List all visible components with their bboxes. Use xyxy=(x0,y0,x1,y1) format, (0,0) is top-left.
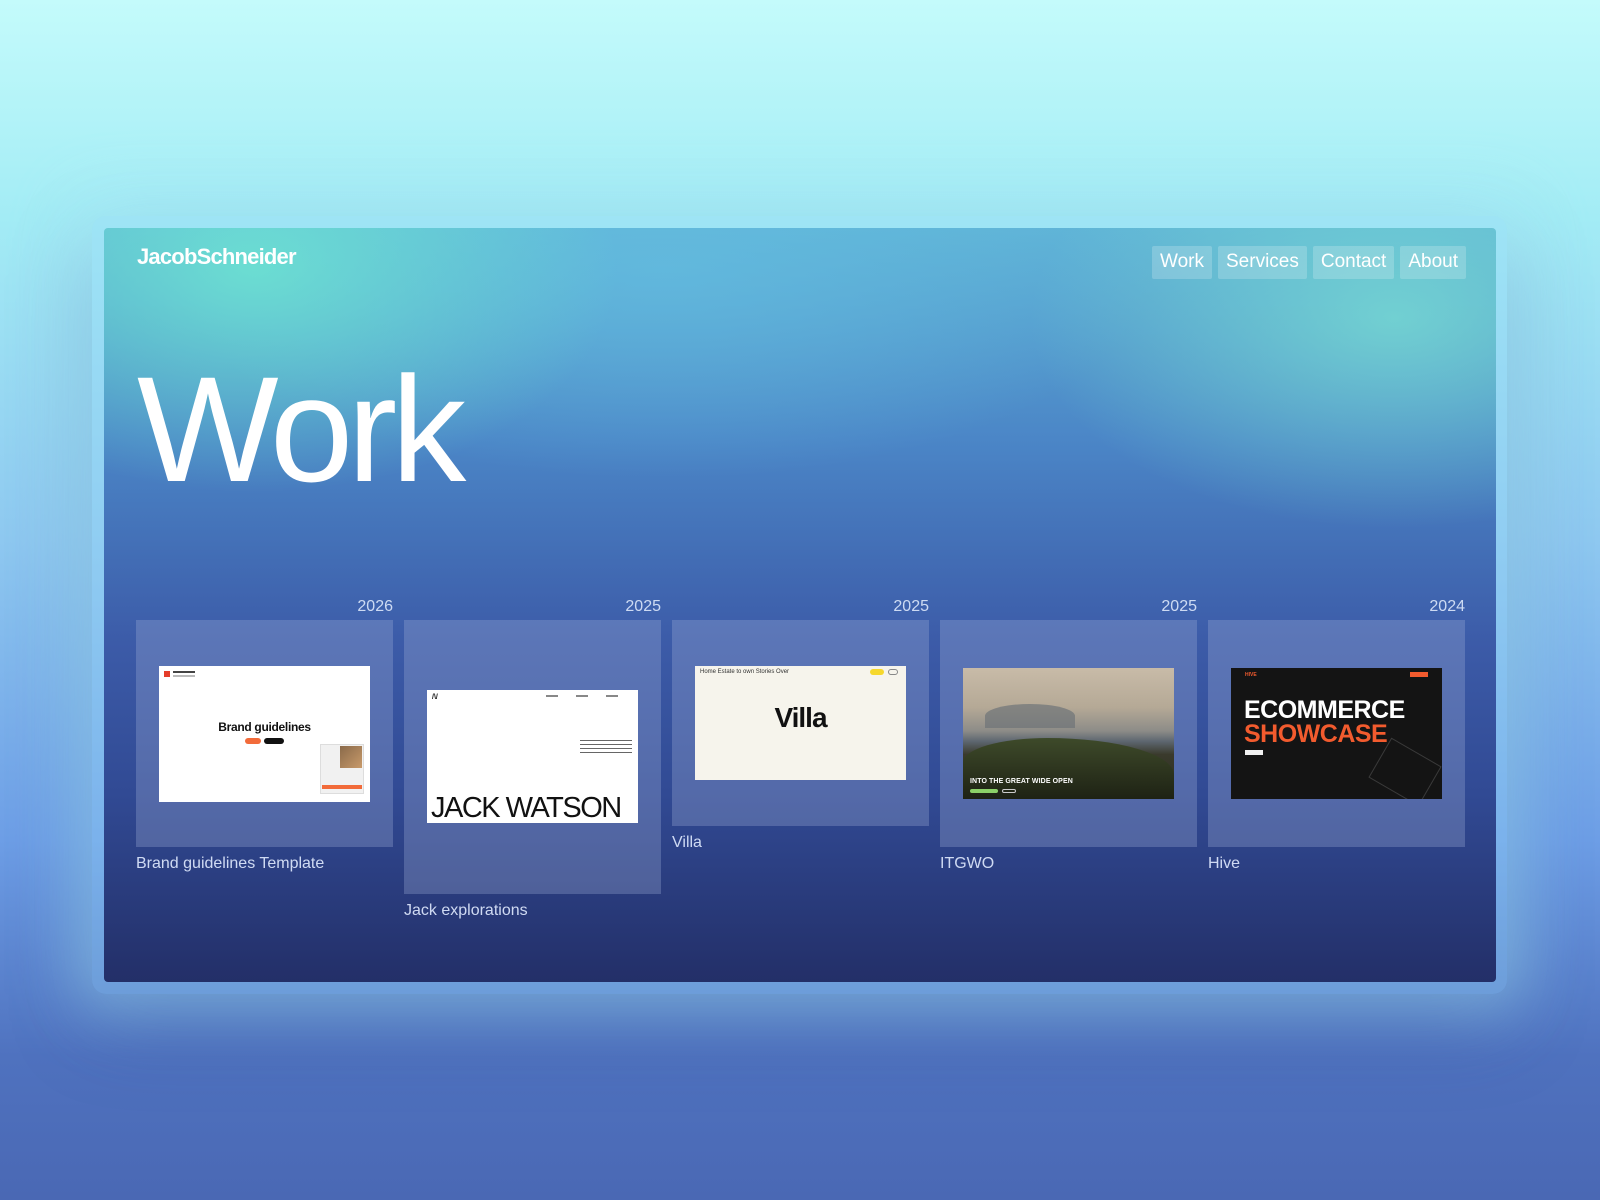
nav-about[interactable]: About xyxy=(1400,246,1466,279)
hive-thumbnail: HIVE ECOMMERCE SHOWCASE xyxy=(1231,668,1442,799)
project-caption[interactable]: Hive xyxy=(1208,855,1465,873)
project-card-jack-explorations[interactable]: 2025 /\/ JACK WATSON Jack explorations xyxy=(404,598,661,920)
mini-nav-text: Home Estate to own Stories Over xyxy=(700,669,790,675)
project-year: 2025 xyxy=(625,598,661,615)
site-logo[interactable]: JacobSchneider xyxy=(137,244,297,270)
project-thumbnail-frame[interactable]: Home Estate to own Stories Over Villa xyxy=(672,620,929,826)
project-year: 2024 xyxy=(1429,598,1465,615)
project-card-brand-guidelines[interactable]: 2026 Brand guidelines Brand guidelines T… xyxy=(136,598,393,873)
project-card-itgwo[interactable]: 2025 INTO THE GREAT WIDE OPEN ITGWO xyxy=(940,598,1197,873)
project-thumbnail-frame[interactable]: HIVE ECOMMERCE SHOWCASE xyxy=(1208,620,1465,847)
thumbnail-heading: INTO THE GREAT WIDE OPEN xyxy=(970,778,1073,785)
project-thumbnail-frame[interactable]: Brand guidelines xyxy=(136,620,393,847)
distant-hill-image xyxy=(985,704,1075,728)
nav-services[interactable]: Services xyxy=(1218,246,1307,279)
jack-watson-thumbnail: /\/ JACK WATSON xyxy=(427,690,638,823)
project-grid: 2026 Brand guidelines Brand guidelines T… xyxy=(136,598,1465,920)
black-pill-button xyxy=(264,738,284,744)
project-caption[interactable]: Jack explorations xyxy=(404,902,661,920)
mini-white-button xyxy=(1245,750,1263,755)
mini-brand-label: HIVE xyxy=(1245,672,1257,678)
mini-monogram-icon: /\/ xyxy=(432,694,438,701)
page-title: Work xyxy=(137,345,466,513)
project-year: 2025 xyxy=(1161,598,1197,615)
mini-outline-button xyxy=(888,669,898,675)
thumbnail-heading: Brand guidelines xyxy=(218,720,311,734)
nav-contact[interactable]: Contact xyxy=(1312,246,1395,279)
mini-yellow-button xyxy=(870,669,884,675)
portfolio-window: JacobSchneider Work Services Contact Abo… xyxy=(104,228,1496,982)
mini-outline-button xyxy=(1002,789,1016,793)
itgwo-thumbnail: INTO THE GREAT WIDE OPEN xyxy=(963,668,1174,799)
mini-cta-bar xyxy=(322,785,362,789)
mini-portrait-image xyxy=(340,746,362,768)
project-year: 2025 xyxy=(893,598,929,615)
thumbnail-heading: Villa xyxy=(774,702,827,733)
mini-paragraph xyxy=(580,740,632,756)
mini-green-button xyxy=(970,789,998,793)
project-thumbnail-frame[interactable]: INTO THE GREAT WIDE OPEN xyxy=(940,620,1197,847)
villa-thumbnail: Home Estate to own Stories Over Villa xyxy=(695,666,906,780)
project-card-hive[interactable]: 2024 HIVE ECOMMERCE SHOWCASE Hive xyxy=(1208,598,1465,873)
mini-logo-icon xyxy=(164,671,170,677)
project-card-villa[interactable]: 2025 Home Estate to own Stories Over Vil… xyxy=(672,598,929,852)
project-year: 2026 xyxy=(357,598,393,615)
project-thumbnail-frame[interactable]: /\/ JACK WATSON xyxy=(404,620,661,894)
project-caption[interactable]: ITGWO xyxy=(940,855,1197,873)
project-caption[interactable]: Brand guidelines Template xyxy=(136,855,393,873)
mini-nav-lines xyxy=(173,671,195,677)
main-nav: Work Services Contact About xyxy=(1152,246,1466,279)
project-caption[interactable]: Villa xyxy=(672,834,929,852)
brand-guidelines-thumbnail: Brand guidelines xyxy=(159,666,370,802)
orange-pill-button xyxy=(245,738,261,744)
mini-nav-lines xyxy=(532,695,632,697)
thumbnail-heading-line2: SHOWCASE xyxy=(1244,720,1388,748)
nav-work[interactable]: Work xyxy=(1152,246,1212,279)
thumbnail-heading: JACK WATSON xyxy=(431,792,622,823)
mini-orange-button xyxy=(1410,672,1428,677)
